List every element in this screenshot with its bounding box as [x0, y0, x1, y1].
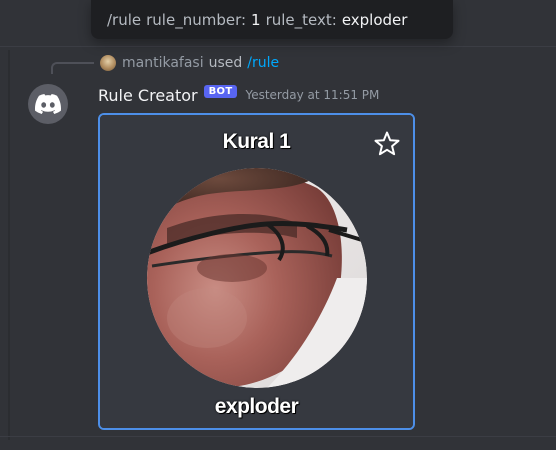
- rule-title: Kural 1: [222, 130, 291, 153]
- discord-logo-icon: [35, 94, 61, 114]
- tooltip-param1-value: 1: [251, 10, 261, 29]
- rule-image-card[interactable]: Kural 1 exploder: [98, 113, 415, 430]
- bot-avatar[interactable]: [28, 84, 68, 124]
- command-reference[interactable]: mantikafasi used /rule: [100, 53, 279, 73]
- message-divider-bottom: [0, 436, 556, 437]
- tooltip-param2-value: exploder: [341, 10, 408, 29]
- star-icon[interactable]: [373, 130, 401, 158]
- command-used-label: used: [208, 55, 243, 71]
- command-user[interactable]: mantikafasi: [122, 55, 204, 71]
- message-header: Rule Creator BOT Yesterday at 11:51 PM: [98, 83, 379, 107]
- left-rail: [8, 50, 10, 440]
- tooltip-param1-name: rule_number:: [146, 10, 247, 29]
- discord-chat-view: /rule rule_number: 1 rule_text: exploder…: [0, 0, 556, 450]
- rule-photo: [147, 168, 367, 388]
- tooltip-command: /rule: [107, 10, 142, 29]
- reply-spine: [51, 62, 94, 74]
- author-name[interactable]: Rule Creator: [98, 86, 198, 105]
- command-tooltip: /rule rule_number: 1 rule_text: exploder: [91, 0, 453, 39]
- bot-badge: BOT: [203, 84, 238, 98]
- message-divider-top: [0, 46, 556, 47]
- command-name-link[interactable]: /rule: [247, 55, 279, 71]
- rule-text: exploder: [214, 395, 299, 418]
- tooltip-param2-name: rule_text:: [265, 10, 337, 29]
- message-timestamp[interactable]: Yesterday at 11:51 PM: [245, 88, 379, 102]
- user-avatar-small[interactable]: [100, 55, 116, 71]
